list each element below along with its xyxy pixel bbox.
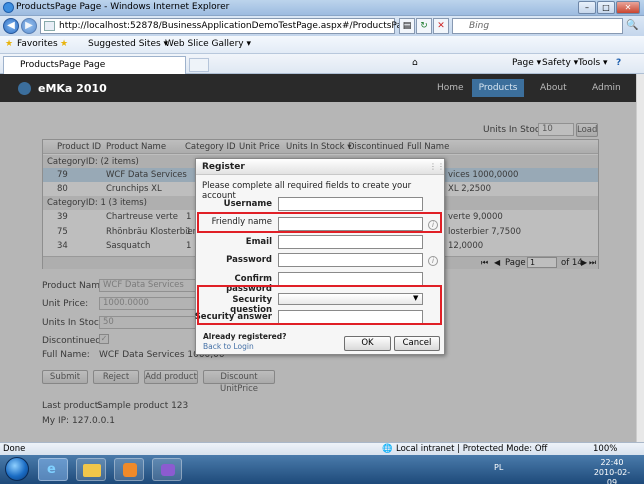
window-title: ProductsPage Page - Windows Internet Exp… bbox=[16, 2, 230, 12]
app-logo-icon bbox=[18, 82, 31, 95]
page-icon bbox=[44, 21, 55, 31]
nav-admin-link[interactable]: Admin bbox=[592, 83, 621, 93]
ok-label: OK bbox=[361, 338, 374, 348]
ok-button[interactable]: OK bbox=[344, 336, 391, 351]
search-placeholder: Bing bbox=[469, 21, 490, 31]
search-icon[interactable]: 🔍 bbox=[626, 20, 638, 31]
ie-logo-icon bbox=[3, 2, 14, 13]
clock-time: 22:40 bbox=[600, 458, 624, 467]
tools-menu[interactable]: Tools ▾ bbox=[578, 58, 608, 68]
back-icon[interactable]: ◀ bbox=[3, 18, 19, 34]
suggested-sites-link[interactable]: Suggested Sites ▾ bbox=[88, 39, 168, 49]
cancel-label: Cancel bbox=[402, 338, 432, 348]
back-to-login-link[interactable]: Back to Login bbox=[203, 342, 254, 351]
status-done: Done bbox=[3, 444, 26, 454]
visual-studio-icon bbox=[161, 464, 175, 476]
minimize-button[interactable]: – bbox=[578, 1, 596, 14]
dialog-header: Register ⋮⋮ bbox=[196, 159, 445, 175]
vertical-scrollbar[interactable] bbox=[636, 74, 644, 442]
email-label: Email bbox=[245, 237, 272, 247]
refresh-icon[interactable]: ↻ bbox=[416, 18, 432, 34]
nav-home-link[interactable]: Home bbox=[437, 83, 464, 93]
status-zone[interactable]: Local intranet | Protected Mode: Off bbox=[396, 444, 547, 454]
nav-about-link[interactable]: About bbox=[540, 83, 567, 93]
info-glyph: i bbox=[432, 257, 434, 265]
zoom-level[interactable]: 100% bbox=[593, 444, 617, 454]
forward-icon[interactable]: ▶ bbox=[21, 18, 37, 34]
home-icon[interactable]: ⌂ bbox=[412, 58, 418, 68]
tab-label: ProductsPage Page bbox=[20, 60, 106, 70]
page-menu[interactable]: Page ▾ bbox=[512, 58, 541, 68]
url-input[interactable]: http://localhost:52878/BusinessApplicati… bbox=[40, 18, 413, 34]
email-input[interactable] bbox=[278, 235, 423, 249]
url-text: http://localhost:52878/BusinessApplicati… bbox=[59, 21, 414, 31]
favorites-bar: ★ Favorites ★ Suggested Sites ▾ Web Slic… bbox=[0, 36, 644, 54]
password-info-icon[interactable]: i bbox=[428, 256, 438, 266]
compat-view-icon[interactable]: ▤ bbox=[399, 18, 415, 34]
register-dialog: Register ⋮⋮ Please complete all required… bbox=[195, 158, 445, 355]
clock-date: 2010-02-09 bbox=[593, 468, 631, 487]
app-name: eMKa 2010 bbox=[38, 82, 107, 95]
address-bar: ◀ ▶ http://localhost:52878/BusinessAppli… bbox=[0, 16, 644, 36]
dialog-title: Register bbox=[202, 162, 245, 172]
taskbar-vs-icon[interactable] bbox=[152, 458, 182, 481]
taskbar-media-icon[interactable] bbox=[114, 458, 144, 481]
password-label: Password bbox=[226, 255, 272, 265]
highlight-friendly-name bbox=[197, 212, 442, 233]
search-input[interactable]: Bing bbox=[452, 18, 623, 34]
taskbar-ie-icon[interactable]: e bbox=[38, 458, 68, 481]
tab-productspage[interactable]: ProductsPage Page bbox=[3, 56, 186, 74]
start-button[interactable] bbox=[5, 457, 29, 481]
window-titlebar: ProductsPage Page - Windows Internet Exp… bbox=[0, 0, 644, 16]
username-input[interactable] bbox=[278, 197, 423, 211]
maximize-button[interactable]: □ bbox=[597, 1, 615, 14]
nav-products-link[interactable]: Products bbox=[472, 79, 524, 97]
stop-icon[interactable]: ✕ bbox=[433, 18, 449, 34]
nav-products-label: Products bbox=[478, 83, 518, 93]
web-slice-gallery-link[interactable]: Web Slice Gallery ▾ bbox=[165, 39, 251, 49]
highlight-security-fields bbox=[197, 285, 442, 325]
confirm-password-input[interactable] bbox=[278, 272, 423, 286]
language-indicator[interactable]: PL bbox=[494, 463, 503, 472]
favorites-star-icon: ★ bbox=[5, 39, 14, 49]
already-registered-text: Already registered? bbox=[203, 332, 287, 341]
dialog-grip-icon[interactable]: ⋮⋮ bbox=[429, 162, 445, 171]
password-input[interactable] bbox=[278, 253, 423, 267]
username-label: Username bbox=[223, 199, 272, 209]
safety-menu[interactable]: Safety ▾ bbox=[542, 58, 578, 68]
cancel-button[interactable]: Cancel bbox=[394, 336, 440, 351]
media-player-icon bbox=[123, 463, 137, 477]
new-tab-button[interactable] bbox=[189, 58, 209, 72]
add-favorite-icon[interactable]: ★ bbox=[60, 39, 68, 49]
folder-icon bbox=[83, 464, 101, 477]
status-bar: Done 🌐 Local intranet | Protected Mode: … bbox=[0, 442, 644, 455]
help-icon[interactable]: ? bbox=[616, 58, 621, 68]
ie-e-icon: e bbox=[47, 462, 56, 477]
favorites-button[interactable]: Favorites bbox=[17, 39, 58, 49]
taskbar-explorer-icon[interactable] bbox=[76, 458, 106, 481]
close-window-button[interactable]: ✕ bbox=[616, 1, 640, 14]
globe-icon: 🌐 bbox=[382, 444, 393, 454]
